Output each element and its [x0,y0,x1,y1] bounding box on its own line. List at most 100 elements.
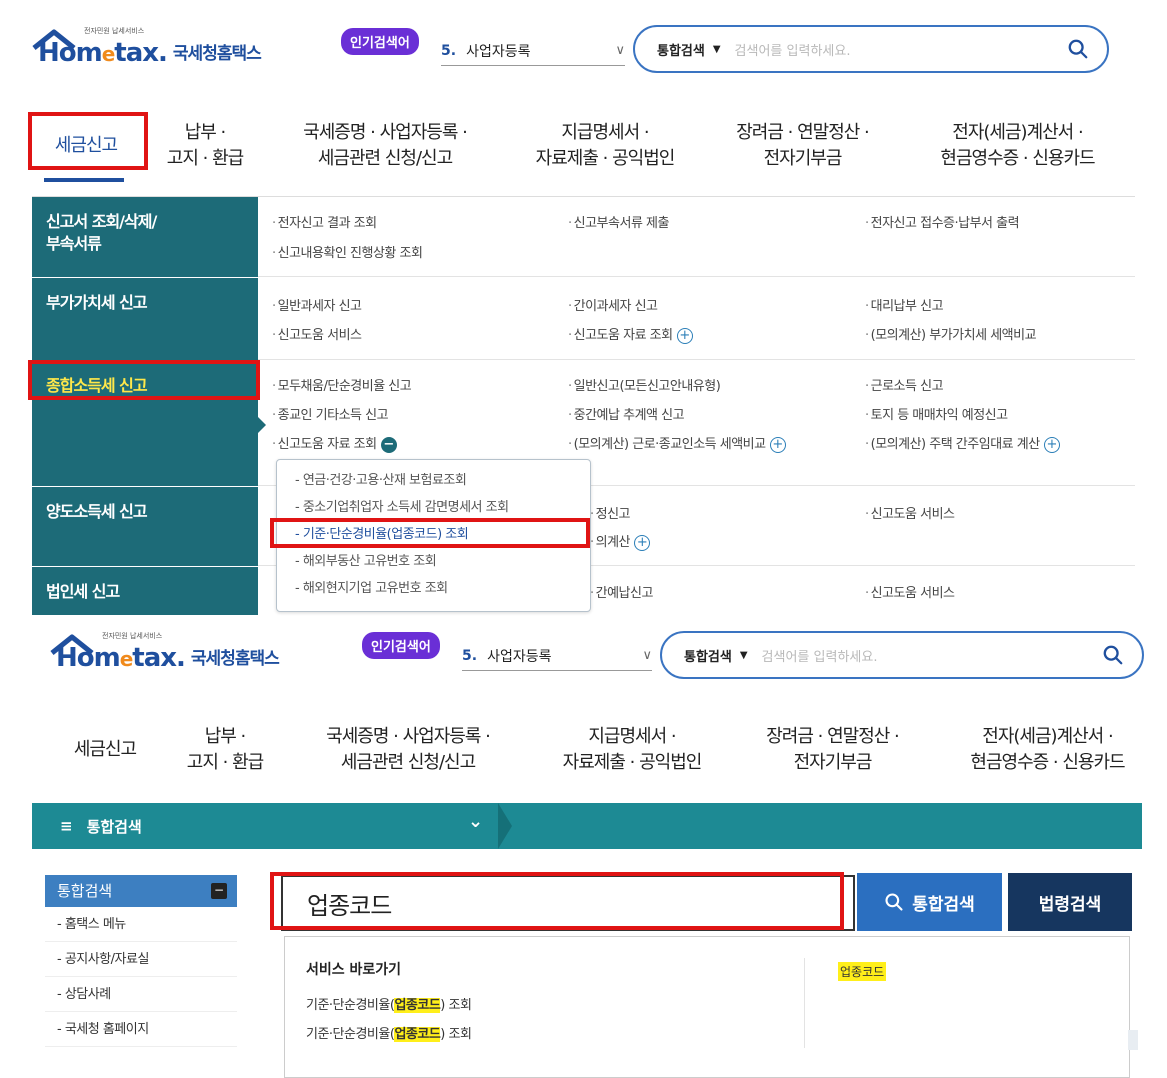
category-item[interactable]: 홈택스 메뉴 [45,907,237,942]
menu-link[interactable]: 신고도움 서비스 [865,582,955,601]
menu-link[interactable]: 모두채움/단순경비율 신고 [272,375,412,394]
search-scope-select[interactable]: 통합검색 ▼ [684,646,748,665]
menu-link[interactable]: 중간예납 추계액 신고 [568,404,685,423]
category-item[interactable]: 국세청 홈페이지 [45,1012,237,1047]
gnb-payment[interactable]: 납부 · 고지 · 환급 [170,724,280,776]
menu-link[interactable]: 일반과세자 신고 [272,295,362,314]
gnb-active-underline [44,178,124,182]
search-input[interactable]: 검색어를 입력하세요. [735,40,851,59]
gnb-e-invoice[interactable]: 전자(세금)계산서 · 현금영수증 · 신용카드 [940,724,1155,776]
menu-head-transfer[interactable]: 양도소득세 신고 [32,487,258,566]
rank-number: 5. [462,647,478,664]
minus-circle-icon[interactable]: − [380,436,397,453]
menu-head-inquiry[interactable]: 신고서 조회/삭제/ 부속서류 [32,197,258,277]
plus-circle-icon[interactable]: + [769,436,786,453]
menu-link[interactable]: 종교인 기타소득 신고 [272,404,389,423]
rank-text: 사업자등록 [487,648,552,665]
menu-link[interactable]: 신고도움 서비스 [272,324,362,343]
rank-number: 5. [441,42,457,59]
menu-hamburger-icon[interactable]: ≡ [60,817,73,835]
result-link-industry-code[interactable]: 기준·단순경비율(업종코드) 조회 [306,1023,472,1042]
search-icon[interactable] [1102,644,1124,666]
gnb-incentive[interactable]: 장려금 · 연말정산 · 전자기부금 [745,724,920,776]
menu-link[interactable]: 대리납부 신고 [865,295,944,314]
menu-link[interactable]: 신고도움 서비스 [865,503,955,522]
category-item[interactable]: 공지사항/자료실 [45,942,237,977]
keyword-tag[interactable]: 업종코드 [838,962,887,981]
global-search-bar: 통합검색 ▼ 검색어를 입력하세요. [633,25,1109,73]
hometax-logo[interactable]: 전자민원 납세서비스 Hometax. 국세청홈택스 [50,632,280,673]
gnb-e-invoice[interactable]: 전자(세금)계산서 · 현금영수증 · 신용카드 [905,120,1130,172]
menu-link-with-expand[interactable]: (모의계산) 주택 간주임대료 계산+ [865,433,1060,453]
gnb-incentive[interactable]: 장려금 · 연말정산 · 전자기부금 [715,120,890,172]
hometax-logo[interactable]: 전자민원 납세서비스 Hometax. 국세청홈택스 [32,27,262,68]
menu-link[interactable]: 일반신고(모든신고안내유형) [568,375,721,394]
teal-bar-label: 통합검색 [86,817,142,836]
integrated-search-bar[interactable]: ≡ 통합검색 ⌄ [32,803,1142,849]
menu-link[interactable]: 근로소득 신고 [865,375,944,394]
menu-row-inquiry: 신고서 조회/삭제/ 부속서류 전자신고 결과 조회 신고내용확인 진행상황 조… [32,197,1135,277]
global-search-bar: 통합검색 ▼ 검색어를 입력하세요. [660,631,1144,679]
submenu-item[interactable]: 중소기업취업자 소득세 감면명세서 조회 [277,494,590,521]
chevron-down-icon: ∨ [642,648,652,663]
caret-down-icon: ▼ [739,649,748,661]
gnb-payment[interactable]: 납부 · 고지 · 환급 [150,120,260,172]
menu-link[interactable]: 정신고 [590,503,631,522]
caret-down-icon: ▼ [712,43,721,55]
menu-link-with-expand[interactable]: 의계산+ [590,531,651,551]
menu-link[interactable]: 신고부속서류 제출 [568,212,670,231]
gnb-tax-filing[interactable]: 세금신고 [60,737,150,763]
plus-circle-icon[interactable]: + [634,534,651,551]
highlight-box-search-input [270,872,844,930]
plus-circle-icon[interactable]: + [1043,436,1060,453]
menu-link-with-collapse[interactable]: 신고도움 자료 조회− [272,433,397,453]
search-input[interactable]: 검색어를 입력하세요. [762,646,878,665]
scrollbar[interactable] [1128,1030,1138,1050]
menu-link[interactable]: 신고내용확인 진행상황 조회 [272,242,423,261]
gnb-statement[interactable]: 지급명세서 · 자료제출 · 공익법인 [542,724,722,776]
menu-head-vat[interactable]: 부가가치세 신고 [32,278,258,360]
hot-search-rank[interactable]: 5. 사업자등록 ∨ [441,36,625,66]
category-panel-head[interactable]: 통합검색 − [45,875,237,907]
search-icon[interactable] [1067,38,1089,60]
logo-korean: 국세청홈택스 [172,44,262,64]
hot-search-rank[interactable]: 5. 사업자등록 ∨ [462,641,652,671]
menu-link[interactable]: 전자신고 결과 조회 [272,212,377,231]
gnb-statement[interactable]: 지급명세서 · 자료제출 · 공익법인 [515,120,695,172]
menu-link[interactable]: 간이과세자 신고 [568,295,658,314]
collapse-icon[interactable]: − [211,883,227,899]
result-link-industry-code[interactable]: 기준·단순경비율(업종코드) 조회 [306,994,472,1013]
menu-pointer-arrow [258,417,266,433]
category-item[interactable]: 상담사례 [45,977,237,1012]
submenu-item[interactable]: 해외부동산 고유번호 조회 [277,548,590,575]
logo-tagline: 전자민원 납세서비스 [102,632,163,640]
results-divider [804,958,805,1048]
plus-circle-icon[interactable]: + [676,327,693,344]
menu-link[interactable]: 토지 등 매매차익 예정신고 [865,404,1008,423]
highlight-box-tax-filing-tab [28,112,148,170]
hot-search-badge: 인기검색어 [362,632,440,659]
chevron-down-icon[interactable]: ⌄ [468,811,483,832]
menu-link[interactable]: 전자신고 접수증·납부서 출력 [865,212,1020,231]
search-category-panel: 통합검색− 홈택스 메뉴 공지사항/자료실 상담사례 국세청 홈페이지 [45,875,237,1047]
logo-wordmark: Hometax. [38,38,168,68]
chevron-down-icon: ∨ [615,43,625,58]
gnb-certificate[interactable]: 국세증명 · 사업자등록 · 세금관련 신청/신고 [298,724,518,776]
submenu-item[interactable]: 해외현지기업 고유번호 조회 [277,575,590,602]
menu-link-with-expand[interactable]: 신고도움 자료 조회+ [568,324,693,344]
logo-korean: 국세청홈택스 [190,649,280,669]
hot-search-badge: 인기검색어 [341,28,419,55]
menu-head-corporate[interactable]: 법인세 신고 [32,567,258,615]
integrated-search-button[interactable]: 통합검색 [857,873,1002,931]
law-search-button[interactable]: 법령검색 [1008,873,1132,931]
highlight-box-industry-code-item [270,518,590,548]
menu-link-with-expand[interactable]: (모의계산) 근로·종교인소득 세액비교+ [568,433,786,453]
menu-row-vat: 부가가치세 신고 일반과세자 신고 신고도움 서비스 간이과세자 신고 신고도움… [32,278,1135,360]
logo-wordmark: Hometax. [56,643,186,673]
search-icon [885,893,903,911]
submenu-item[interactable]: 연금·건강·고용·산재 보험료조회 [277,467,590,494]
menu-link[interactable]: 간예납신고 [590,582,654,601]
menu-link[interactable]: (모의계산) 부가가치세 세액비교 [865,324,1037,343]
gnb-certificate[interactable]: 국세증명 · 사업자등록 · 세금관련 신청/신고 [275,120,495,172]
search-scope-select[interactable]: 통합검색 ▼ [657,40,721,59]
